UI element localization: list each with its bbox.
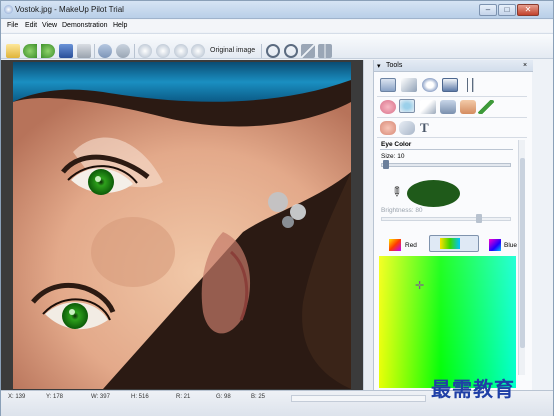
zoom-out-icon[interactable]	[156, 44, 170, 58]
whitening-tool-icon[interactable]	[399, 121, 415, 135]
green-mode-button[interactable]	[429, 235, 479, 252]
blue-mode-icon[interactable]	[489, 239, 501, 251]
status-y: Y: 178	[46, 394, 64, 400]
brightness-label: Brightness: 80	[381, 207, 423, 214]
color-picker-area[interactable]: ✛	[379, 256, 516, 388]
size-slider-thumb[interactable]	[383, 160, 389, 169]
eraser-tool-icon[interactable]	[420, 100, 436, 114]
brush-tool-icon[interactable]	[401, 78, 417, 92]
hash-tool-icon[interactable]	[462, 78, 478, 92]
status-green: G: 98	[216, 394, 231, 400]
blue-mode-label[interactable]: Blue	[504, 242, 517, 249]
horizontal-scrollbar[interactable]	[291, 395, 426, 402]
status-red: R: 21	[176, 394, 191, 400]
zoom-in-icon[interactable]	[138, 44, 152, 58]
open-icon[interactable]	[6, 44, 20, 58]
toolbar: Original image	[1, 33, 553, 59]
menu-bar: File Edit View Demonstration Help	[1, 20, 553, 32]
red-mode-label[interactable]: Red	[405, 242, 417, 249]
menu-view[interactable]: View	[42, 22, 57, 29]
panel-splitter[interactable]	[363, 60, 373, 390]
lipstick-tool-icon[interactable]	[380, 100, 396, 114]
tools-row-separator	[377, 137, 527, 138]
tools-row-separator	[377, 117, 527, 118]
forward-arrow-icon[interactable]	[41, 44, 55, 58]
eyedropper-icon[interactable]: ✎	[387, 182, 406, 202]
scroll-thumb[interactable]	[520, 158, 525, 348]
print-icon[interactable]	[77, 44, 91, 58]
menu-help[interactable]: Help	[113, 22, 127, 29]
app-window: Vostok.jpg - MakeUp Pilot Trial – □ ✕ Fi…	[0, 0, 554, 416]
close-panel-icon[interactable]: ×	[523, 62, 527, 69]
grid-tool-icon[interactable]	[380, 78, 396, 92]
tools-row-separator	[377, 96, 527, 97]
size-slider[interactable]	[381, 163, 511, 167]
status-blue: B: 25	[251, 394, 266, 400]
status-height: H: 516	[131, 394, 149, 400]
status-width: W: 397	[91, 394, 110, 400]
eye-color-tool-icon[interactable]	[399, 99, 415, 113]
tools-panel: ▾ Tools × T Eye Color Size: 10 ✎ Brightn…	[373, 60, 533, 390]
layers-tool-icon[interactable]	[440, 100, 456, 114]
menu-edit[interactable]: Edit	[25, 22, 37, 29]
toolbar-separator	[261, 44, 262, 58]
tools-panel-header: ▾ Tools ×	[374, 60, 533, 72]
size-label: Size: 10	[381, 153, 405, 160]
back-arrow-icon[interactable]	[23, 44, 37, 58]
zoom-fit-icon[interactable]	[174, 44, 188, 58]
flip-horizontal-icon[interactable]	[318, 44, 332, 58]
red-mode-icon[interactable]	[389, 239, 401, 251]
zoom-actual-icon[interactable]	[191, 44, 205, 58]
section-title: Eye Color	[381, 141, 412, 148]
rotate-right-icon[interactable]	[284, 44, 298, 58]
undo-icon[interactable]	[98, 44, 112, 58]
title-bar: Vostok.jpg - MakeUp Pilot Trial – □ ✕	[1, 1, 553, 19]
status-x: X: 139	[8, 394, 26, 400]
blush-tool-icon[interactable]	[460, 100, 476, 114]
minimize-button[interactable]: –	[479, 4, 497, 16]
toolbar-separator	[134, 44, 135, 58]
flip-vertical-icon[interactable]	[301, 44, 315, 58]
watermark-logo: 最需教育	[431, 377, 515, 401]
window-title: Vostok.jpg - MakeUp Pilot Trial	[15, 5, 124, 14]
contrast-tool-icon[interactable]	[422, 78, 438, 92]
color-swatch[interactable]	[407, 180, 460, 207]
rotate-left-icon[interactable]	[266, 44, 280, 58]
menu-file[interactable]: File	[7, 22, 18, 29]
pencil-tool-icon[interactable]	[478, 100, 494, 114]
maximize-button[interactable]: □	[498, 4, 516, 16]
save-icon[interactable]	[59, 44, 73, 58]
tools-scrollbar[interactable]	[518, 140, 525, 375]
portrait-photo[interactable]	[13, 62, 351, 389]
crop-tool-icon[interactable]	[442, 78, 458, 92]
original-image-button[interactable]: Original image	[210, 47, 255, 54]
brightness-slider[interactable]	[381, 217, 511, 221]
green-mode-icon	[440, 238, 460, 249]
redo-icon[interactable]	[116, 44, 130, 58]
text-tool-icon[interactable]: T	[420, 120, 429, 136]
section-divider	[380, 149, 513, 150]
picker-crosshair-icon[interactable]: ✛	[415, 281, 425, 292]
brightness-slider-thumb[interactable]	[476, 214, 482, 223]
close-button[interactable]: ✕	[517, 4, 539, 16]
menu-demonstration[interactable]: Demonstration	[62, 22, 108, 29]
skin-tool-icon[interactable]	[380, 121, 396, 135]
toolbar-separator	[94, 44, 95, 58]
tools-panel-title: Tools	[386, 62, 403, 69]
app-icon	[4, 5, 13, 14]
pin-icon[interactable]: ▾	[377, 62, 381, 70]
